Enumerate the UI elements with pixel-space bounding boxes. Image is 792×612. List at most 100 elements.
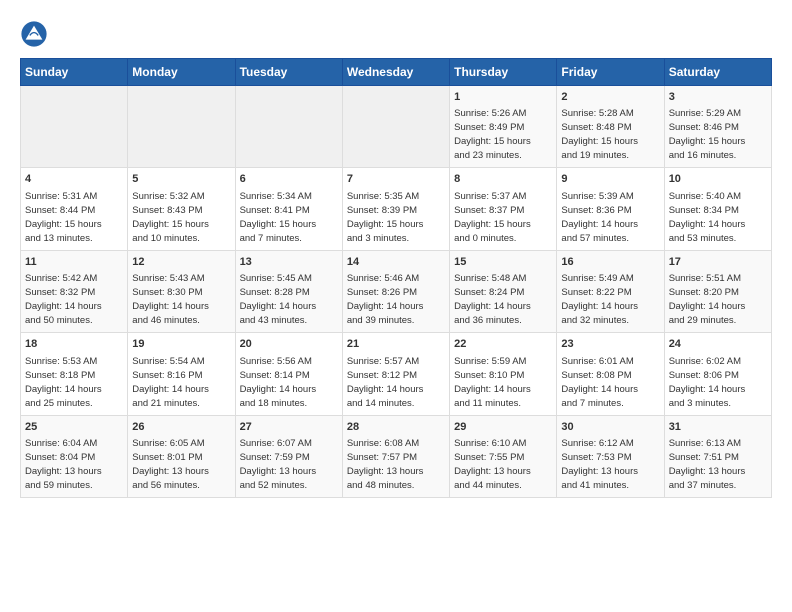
calendar-cell: 7 Sunrise: 5:35 AM Sunset: 8:39 PM Daylig…: [342, 168, 449, 250]
day-info: Sunrise: 6:04 AM Sunset: 8:04 PM Dayligh…: [25, 438, 102, 491]
day-number: 14: [347, 255, 445, 270]
calendar-cell: 1 Sunrise: 5:26 AM Sunset: 8:49 PM Daylig…: [450, 86, 557, 168]
day-info: Sunrise: 5:53 AM Sunset: 8:18 PM Dayligh…: [25, 356, 102, 409]
calendar-cell: 5 Sunrise: 5:32 AM Sunset: 8:43 PM Daylig…: [128, 168, 235, 250]
logo-icon: [20, 20, 48, 48]
day-info: Sunrise: 5:42 AM Sunset: 8:32 PM Dayligh…: [25, 273, 102, 326]
weekday-header-sunday: Sunday: [21, 59, 128, 86]
calendar-cell: 14 Sunrise: 5:46 AM Sunset: 8:26 PM Dayli…: [342, 250, 449, 332]
day-number: 21: [347, 337, 445, 352]
calendar-cell: 22Sunrise: 5:59 AM Sunset: 8:10 PM Dayli…: [450, 333, 557, 415]
weekday-header-wednesday: Wednesday: [342, 59, 449, 86]
calendar-cell: 13 Sunrise: 5:45 AM Sunset: 8:28 PM Dayli…: [235, 250, 342, 332]
day-number: 6: [240, 172, 338, 187]
day-number: 29: [454, 420, 552, 435]
day-info: Sunrise: 6:01 AM Sunset: 8:08 PM Dayligh…: [561, 356, 638, 409]
day-info: Sunrise: 5:32 AM Sunset: 8:43 PM Dayligh…: [132, 191, 209, 244]
calendar-cell: 16 Sunrise: 5:49 AM Sunset: 8:22 PM Dayli…: [557, 250, 664, 332]
day-number: 15: [454, 255, 552, 270]
day-info: Sunrise: 5:56 AM Sunset: 8:14 PM Dayligh…: [240, 356, 317, 409]
calendar-cell: 15 Sunrise: 5:48 AM Sunset: 8:24 PM Dayli…: [450, 250, 557, 332]
day-number: 18: [25, 337, 123, 352]
calendar-cell: 6 Sunrise: 5:34 AM Sunset: 8:41 PM Daylig…: [235, 168, 342, 250]
day-number: 26: [132, 420, 230, 435]
day-info: Sunrise: 5:51 AM Sunset: 8:20 PM Dayligh…: [669, 273, 746, 326]
day-number: 19: [132, 337, 230, 352]
weekday-header-friday: Friday: [557, 59, 664, 86]
calendar-cell: 25 Sunrise: 6:04 AM Sunset: 8:04 PM Dayli…: [21, 415, 128, 497]
weekday-header-tuesday: Tuesday: [235, 59, 342, 86]
calendar-cell: 8Sunrise: 5:37 AM Sunset: 8:37 PM Daylig…: [450, 168, 557, 250]
day-info: Sunrise: 5:46 AM Sunset: 8:26 PM Dayligh…: [347, 273, 424, 326]
day-number: 11: [25, 255, 123, 270]
day-info: Sunrise: 5:29 AM Sunset: 8:46 PM Dayligh…: [669, 108, 746, 161]
calendar-cell: 4 Sunrise: 5:31 AM Sunset: 8:44 PM Daylig…: [21, 168, 128, 250]
calendar-cell: 17 Sunrise: 5:51 AM Sunset: 8:20 PM Dayli…: [664, 250, 771, 332]
day-info: Sunrise: 6:08 AM Sunset: 7:57 PM Dayligh…: [347, 438, 424, 491]
week-row-1: 1 Sunrise: 5:26 AM Sunset: 8:49 PM Daylig…: [21, 86, 772, 168]
day-number: 10: [669, 172, 767, 187]
day-number: 7: [347, 172, 445, 187]
day-number: 3: [669, 90, 767, 105]
day-number: 2: [561, 90, 659, 105]
calendar-cell: 11 Sunrise: 5:42 AM Sunset: 8:32 PM Dayli…: [21, 250, 128, 332]
day-number: 17: [669, 255, 767, 270]
day-number: 4: [25, 172, 123, 187]
day-info: Sunrise: 5:49 AM Sunset: 8:22 PM Dayligh…: [561, 273, 638, 326]
day-number: 31: [669, 420, 767, 435]
weekday-header-row: SundayMondayTuesdayWednesdayThursdayFrid…: [21, 59, 772, 86]
day-info: Sunrise: 5:57 AM Sunset: 8:12 PM Dayligh…: [347, 356, 424, 409]
day-info: Sunrise: 6:13 AM Sunset: 7:51 PM Dayligh…: [669, 438, 746, 491]
calendar-cell: 31 Sunrise: 6:13 AM Sunset: 7:51 PM Dayli…: [664, 415, 771, 497]
day-number: 20: [240, 337, 338, 352]
day-number: 16: [561, 255, 659, 270]
day-info: Sunrise: 6:07 AM Sunset: 7:59 PM Dayligh…: [240, 438, 317, 491]
weekday-header-thursday: Thursday: [450, 59, 557, 86]
calendar-cell: 29 Sunrise: 6:10 AM Sunset: 7:55 PM Dayli…: [450, 415, 557, 497]
day-info: Sunrise: 6:10 AM Sunset: 7:55 PM Dayligh…: [454, 438, 531, 491]
calendar-table: SundayMondayTuesdayWednesdayThursdayFrid…: [20, 58, 772, 498]
day-info: Sunrise: 5:34 AM Sunset: 8:41 PM Dayligh…: [240, 191, 317, 244]
day-info: Sunrise: 5:26 AM Sunset: 8:49 PM Dayligh…: [454, 108, 531, 161]
day-info: Sunrise: 6:05 AM Sunset: 8:01 PM Dayligh…: [132, 438, 209, 491]
calendar-cell: 24 Sunrise: 6:02 AM Sunset: 8:06 PM Dayli…: [664, 333, 771, 415]
day-info: Sunrise: 5:40 AM Sunset: 8:34 PM Dayligh…: [669, 191, 746, 244]
day-number: 23: [561, 337, 659, 352]
calendar-cell: 21 Sunrise: 5:57 AM Sunset: 8:12 PM Dayli…: [342, 333, 449, 415]
calendar-cell: 10 Sunrise: 5:40 AM Sunset: 8:34 PM Dayli…: [664, 168, 771, 250]
day-number: 13: [240, 255, 338, 270]
day-info: Sunrise: 5:31 AM Sunset: 8:44 PM Dayligh…: [25, 191, 102, 244]
day-info: Sunrise: 5:35 AM Sunset: 8:39 PM Dayligh…: [347, 191, 424, 244]
day-number: 5: [132, 172, 230, 187]
calendar-cell: 18 Sunrise: 5:53 AM Sunset: 8:18 PM Dayli…: [21, 333, 128, 415]
calendar-cell: [128, 86, 235, 168]
day-number: 1: [454, 90, 552, 105]
calendar-cell: 9Sunrise: 5:39 AM Sunset: 8:36 PM Daylig…: [557, 168, 664, 250]
week-row-5: 25 Sunrise: 6:04 AM Sunset: 8:04 PM Dayli…: [21, 415, 772, 497]
day-info: Sunrise: 6:12 AM Sunset: 7:53 PM Dayligh…: [561, 438, 638, 491]
day-number: 27: [240, 420, 338, 435]
day-info: Sunrise: 5:54 AM Sunset: 8:16 PM Dayligh…: [132, 356, 209, 409]
week-row-3: 11 Sunrise: 5:42 AM Sunset: 8:32 PM Dayli…: [21, 250, 772, 332]
calendar-cell: 23 Sunrise: 6:01 AM Sunset: 8:08 PM Dayli…: [557, 333, 664, 415]
day-info: Sunrise: 6:02 AM Sunset: 8:06 PM Dayligh…: [669, 356, 746, 409]
weekday-header-saturday: Saturday: [664, 59, 771, 86]
calendar-cell: 27 Sunrise: 6:07 AM Sunset: 7:59 PM Dayli…: [235, 415, 342, 497]
day-number: 9: [561, 172, 659, 187]
day-info: Sunrise: 5:28 AM Sunset: 8:48 PM Dayligh…: [561, 108, 638, 161]
day-number: 25: [25, 420, 123, 435]
calendar-cell: 2 Sunrise: 5:28 AM Sunset: 8:48 PM Daylig…: [557, 86, 664, 168]
calendar-cell: [235, 86, 342, 168]
week-row-2: 4 Sunrise: 5:31 AM Sunset: 8:44 PM Daylig…: [21, 168, 772, 250]
calendar-cell: 3 Sunrise: 5:29 AM Sunset: 8:46 PM Daylig…: [664, 86, 771, 168]
day-info: Sunrise: 5:45 AM Sunset: 8:28 PM Dayligh…: [240, 273, 317, 326]
week-row-4: 18 Sunrise: 5:53 AM Sunset: 8:18 PM Dayli…: [21, 333, 772, 415]
day-number: 24: [669, 337, 767, 352]
calendar-cell: 19 Sunrise: 5:54 AM Sunset: 8:16 PM Dayli…: [128, 333, 235, 415]
calendar-cell: 20 Sunrise: 5:56 AM Sunset: 8:14 PM Dayli…: [235, 333, 342, 415]
day-info: Sunrise: 5:48 AM Sunset: 8:24 PM Dayligh…: [454, 273, 531, 326]
calendar-cell: 28Sunrise: 6:08 AM Sunset: 7:57 PM Dayli…: [342, 415, 449, 497]
calendar-cell: 30Sunrise: 6:12 AM Sunset: 7:53 PM Dayli…: [557, 415, 664, 497]
day-number: 12: [132, 255, 230, 270]
day-info: Sunrise: 5:59 AM Sunset: 8:10 PM Dayligh…: [454, 356, 531, 409]
